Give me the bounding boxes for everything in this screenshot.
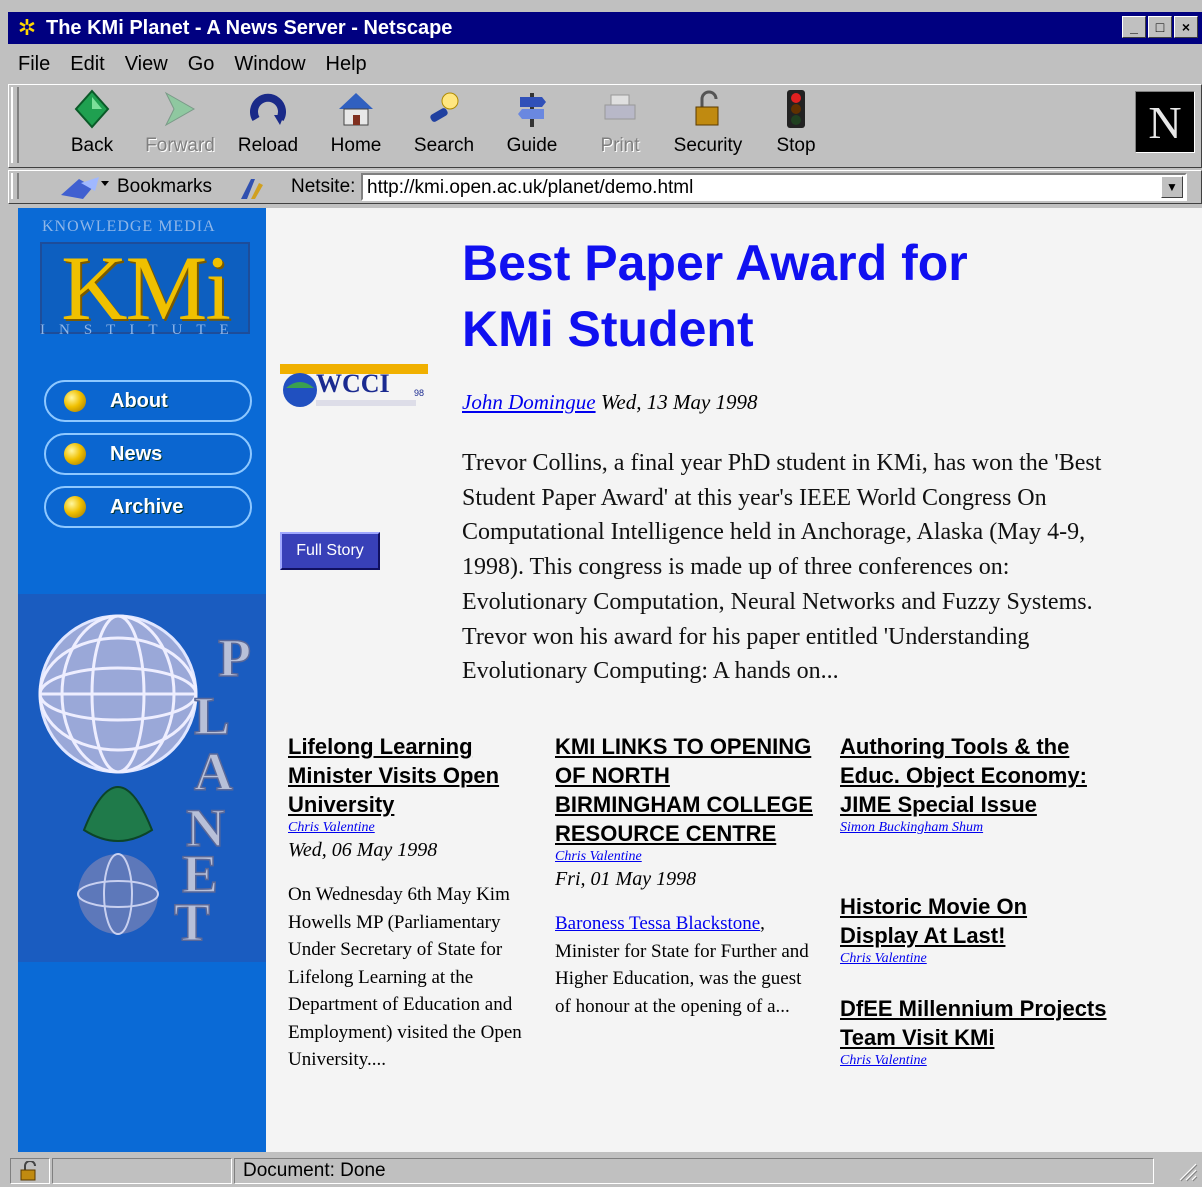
back-arrow-icon xyxy=(74,89,110,129)
padlock-icon xyxy=(695,90,719,126)
url-dropdown-button[interactable]: ▼ xyxy=(1161,176,1183,198)
window-title: The KMi Planet - A News Server - Netscap… xyxy=(46,16,453,39)
menu-go[interactable]: Go xyxy=(178,53,225,76)
story-author-link[interactable]: Chris Valentine xyxy=(555,848,817,866)
lead-headline[interactable]: Best Paper Award for KMi Student xyxy=(462,230,1162,362)
menu-file[interactable]: File xyxy=(8,53,60,76)
status-bar: Document: Done xyxy=(8,1156,1202,1187)
gold-bullet-icon xyxy=(64,496,86,518)
story-title-link[interactable]: Lifelong Learning Minister Visits Open U… xyxy=(288,732,532,819)
resize-grip-icon[interactable] xyxy=(1176,1160,1198,1182)
kmi-logo[interactable]: KMi xyxy=(40,242,250,334)
location-toolbar: Bookmarks Netsite: http://kmi.open.ac.uk… xyxy=(8,170,1202,204)
planet-letter-a: A xyxy=(194,742,233,802)
story-title-link[interactable]: KMI LINKS TO OPENING OF NORTH BIRMINGHAM… xyxy=(555,732,817,848)
lead-byline: John Domingue Wed, 13 May 1998 xyxy=(462,390,758,415)
menu-edit[interactable]: Edit xyxy=(60,53,114,76)
home-icon xyxy=(339,93,373,126)
planet-letter-p: P xyxy=(218,628,251,688)
story-title-link[interactable]: Authoring Tools & the Educ. Object Econo… xyxy=(840,732,1108,819)
search-icon xyxy=(430,92,459,122)
bookmarks-label[interactable]: Bookmarks xyxy=(117,176,212,198)
nav-archive-button[interactable]: Archive xyxy=(44,486,252,528)
story-card: DfEE Millennium Projects Team Visit KMi … xyxy=(840,994,1108,1070)
netsite-location-icon[interactable] xyxy=(237,175,267,201)
sidebar: KNOWLEDGE MEDIA KMi INSTITUTE About News… xyxy=(18,208,266,1152)
svg-text:98: 98 xyxy=(414,388,424,398)
print-button[interactable]: Print xyxy=(577,87,663,165)
story-body-text: Baroness Tessa Blackstone, Minister for … xyxy=(555,913,809,1017)
navigation-toolbar: Back Forward Reload Home Search Guide Pr… xyxy=(8,84,1202,168)
home-button[interactable]: Home xyxy=(313,87,399,165)
search-button[interactable]: Search xyxy=(401,87,487,165)
url-input[interactable]: http://kmi.open.ac.uk/planet/demo.html ▼ xyxy=(361,173,1187,201)
wcci-logo: WCCI 98 xyxy=(280,364,428,407)
status-text: Document: Done xyxy=(234,1158,1154,1184)
story-date: Wed, 06 May 1998 xyxy=(288,839,438,861)
menu-view[interactable]: View xyxy=(115,53,178,76)
story-card: Historic Movie On Display At Last! Chris… xyxy=(840,892,1108,968)
forward-arrow-icon xyxy=(164,91,196,127)
nav-news-button[interactable]: News xyxy=(44,433,252,475)
menu-help[interactable]: Help xyxy=(316,53,377,76)
security-status-cell[interactable] xyxy=(10,1158,50,1184)
stop-button[interactable]: Stop xyxy=(753,87,839,165)
security-padlock-icon xyxy=(20,1161,36,1181)
forward-button[interactable]: Forward xyxy=(137,87,223,165)
planet-letter-t: T xyxy=(174,892,210,952)
minimize-button[interactable]: _ xyxy=(1122,16,1146,38)
story-author-link[interactable]: Chris Valentine xyxy=(840,950,1108,968)
status-progress-cell xyxy=(52,1158,232,1184)
menu-bar: File Edit View Go Window Help xyxy=(8,46,1202,82)
baroness-blackstone-link[interactable]: Baroness Tessa Blackstone xyxy=(555,913,760,934)
story-date: Fri, 01 May 1998 xyxy=(555,868,697,890)
logo-top-text: KNOWLEDGE MEDIA xyxy=(42,218,216,235)
story-author-link[interactable]: Chris Valentine xyxy=(840,1052,1108,1070)
netscape-app-icon[interactable]: ✲ xyxy=(14,15,40,41)
guide-button[interactable]: Guide xyxy=(489,87,575,165)
gold-bullet-icon xyxy=(64,390,86,412)
story-card: Lifelong Learning Minister Visits Open U… xyxy=(288,732,532,1074)
logo-bottom-text: INSTITUTE xyxy=(40,322,243,338)
maximize-button[interactable]: □ xyxy=(1148,16,1172,38)
story-author-link[interactable]: Simon Buckingham Shum xyxy=(840,819,1108,837)
bookmarks-icon[interactable] xyxy=(59,175,111,201)
full-story-button[interactable]: Full Story xyxy=(280,532,380,570)
lead-author-link[interactable]: John Domingue xyxy=(462,390,596,414)
guide-signpost-icon xyxy=(518,93,546,127)
close-button[interactable]: × xyxy=(1174,16,1198,38)
story-card: Authoring Tools & the Educ. Object Econo… xyxy=(840,732,1108,837)
lead-body-text: Trevor Collins, a final year PhD student… xyxy=(462,450,1102,685)
netsite-label: Netsite: xyxy=(291,176,356,197)
story-body-text: On Wednesday 6th May Kim Howells MP (Par… xyxy=(288,884,522,1070)
menu-window[interactable]: Window xyxy=(224,53,315,76)
back-button[interactable]: Back xyxy=(49,87,135,165)
reload-icon xyxy=(250,93,286,125)
netscape-n-logo[interactable]: N xyxy=(1135,91,1195,153)
page-content: KNOWLEDGE MEDIA KMi INSTITUTE About News… xyxy=(18,208,1202,1152)
planet-globe-graphic: P L A N E T xyxy=(18,594,266,962)
printer-icon xyxy=(604,94,636,120)
toolbar-grip[interactable] xyxy=(11,87,19,163)
story-title-link[interactable]: DfEE Millennium Projects Team Visit KMi xyxy=(840,994,1108,1052)
location-grip[interactable] xyxy=(11,173,19,199)
planet-letter-l: L xyxy=(194,686,230,746)
gold-bullet-icon xyxy=(64,443,86,465)
lead-date: Wed, 13 May 1998 xyxy=(600,390,758,414)
reload-button[interactable]: Reload xyxy=(225,87,311,165)
title-bar: ✲ The KMi Planet - A News Server - Netsc… xyxy=(8,12,1202,44)
stop-light-icon xyxy=(787,90,805,128)
story-author-link[interactable]: Chris Valentine xyxy=(288,819,532,837)
svg-text:WCCI: WCCI xyxy=(316,369,390,398)
security-button[interactable]: Security xyxy=(665,87,751,165)
story-title-link[interactable]: Historic Movie On Display At Last! xyxy=(840,892,1108,950)
story-card: KMI LINKS TO OPENING OF NORTH BIRMINGHAM… xyxy=(555,732,817,1020)
nav-about-button[interactable]: About xyxy=(44,380,252,422)
